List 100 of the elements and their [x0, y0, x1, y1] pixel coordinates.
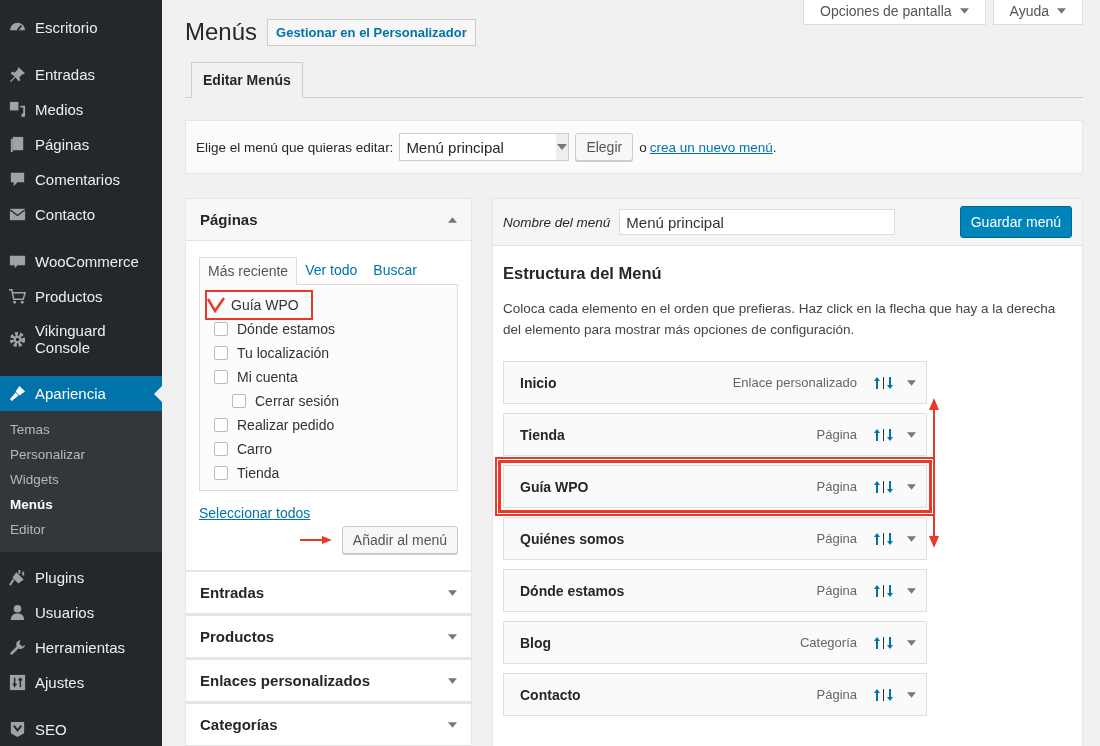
menu-item-title: Quiénes somos	[520, 530, 626, 547]
expand-caret-icon	[907, 691, 916, 698]
checkbox-label: Mi cuenta	[237, 369, 298, 385]
panel-tab[interactable]: Buscar	[365, 257, 425, 284]
menu-item-type: Página	[816, 583, 857, 598]
checkbox[interactable]	[232, 394, 246, 408]
expand-caret-icon	[907, 431, 916, 438]
picker-label: Elige el menú que quieras editar:	[196, 139, 394, 155]
checkbox-label: Realizar pedido	[237, 417, 335, 433]
expand-icon	[448, 633, 457, 640]
checkbox[interactable]	[207, 297, 225, 313]
sidebar-item[interactable]: Comentarios	[0, 162, 162, 197]
sidebar-item[interactable]: Plugins	[0, 560, 162, 595]
move-down-icon[interactable]	[887, 636, 893, 649]
media-icon	[8, 100, 27, 119]
move-up-icon[interactable]	[874, 376, 880, 389]
menu-name-field[interactable]: Menú principal	[619, 209, 896, 235]
nav-tab[interactable]: Editar Menús	[191, 62, 303, 98]
screen-tab[interactable]: Ayuda	[992, 0, 1083, 25]
sidebar-item[interactable]: Escritorio	[0, 10, 162, 45]
submenu-item[interactable]: Personalizar	[0, 442, 162, 467]
move-down-icon[interactable]	[887, 584, 893, 597]
caret-icon	[1057, 8, 1066, 14]
sidebar-item[interactable]: Apariencia	[0, 376, 162, 411]
checkbox[interactable]	[214, 346, 228, 360]
expand-caret-icon	[907, 483, 916, 490]
select-all-link[interactable]: Seleccionar todos	[199, 505, 311, 521]
move-down-icon[interactable]	[887, 376, 893, 389]
sidebar-item[interactable]: Ajustes	[0, 665, 162, 700]
checkbox[interactable]	[214, 322, 228, 336]
menu-item-bar[interactable]: Tienda Página	[503, 413, 927, 456]
submenu-item[interactable]: Menús	[0, 492, 162, 517]
screen-tab[interactable]: Opciones de pantalla	[803, 0, 986, 25]
checkbox[interactable]	[214, 466, 228, 480]
sidebar-item[interactable]: SEO	[0, 712, 162, 746]
pin-icon	[8, 65, 27, 84]
submenu-item[interactable]: Temas	[0, 417, 162, 442]
move-up-icon[interactable]	[874, 636, 880, 649]
choose-button[interactable]: Elegir	[575, 133, 634, 161]
menu-item-bar[interactable]: Contacto Página	[503, 673, 927, 716]
create-menu-link[interactable]: crea un nuevo menú	[649, 139, 773, 155]
menu-item-type: Página	[816, 687, 857, 702]
checkbox[interactable]	[214, 442, 228, 456]
badge-icon	[8, 720, 27, 739]
sidebar-item[interactable]: Páginas	[0, 127, 162, 162]
sidebar-item[interactable]: Usuarios	[0, 595, 162, 630]
submenu-item[interactable]: Editor	[0, 517, 162, 542]
menu-item-title: Contacto	[520, 686, 582, 703]
move-down-icon[interactable]	[887, 688, 893, 701]
sidebar-item[interactable]: Productos	[0, 279, 162, 314]
move-down-icon[interactable]	[887, 480, 893, 493]
menu-name-label: Nombre del menú	[503, 214, 611, 230]
sidebar-item[interactable]: Contacto	[0, 197, 162, 232]
brush-icon	[8, 384, 27, 403]
menu-item-type: Página	[816, 479, 857, 494]
menu-item-bar[interactable]: Blog Categoría	[503, 621, 927, 664]
sidebar-item[interactable]: Medios	[0, 92, 162, 127]
accordion-header[interactable]: Páginas	[186, 199, 471, 241]
sidebar-item[interactable]: Herramientas	[0, 630, 162, 665]
menu-item-bar[interactable]: Guía WPO Página	[503, 465, 927, 508]
save-menu-button[interactable]: Guardar menú	[959, 206, 1072, 238]
dropdown-caret-icon	[556, 134, 569, 160]
checkbox[interactable]	[214, 370, 228, 384]
checkbox-label: Cerrar sesión	[255, 393, 340, 409]
section-heading: Estructura del Menú	[503, 264, 663, 283]
menu-select[interactable]: Menú principal	[399, 133, 570, 161]
customizer-button[interactable]: Gestionar en el Personalizador	[267, 18, 476, 46]
sidebar-item[interactable]: Vikinguard Console	[0, 314, 162, 364]
checkbox-label: Guía WPO	[231, 297, 299, 313]
menu-item-bar[interactable]: Inicio Enlace personalizado	[503, 361, 927, 404]
expand-icon	[448, 721, 457, 728]
add-to-menu-button[interactable]: Añadir al menú	[341, 526, 458, 554]
checkbox[interactable]	[214, 418, 228, 432]
menu-item-bar[interactable]: Dónde estamos Página	[503, 569, 927, 612]
move-up-icon[interactable]	[874, 532, 880, 545]
checkbox-label: Tienda	[237, 465, 280, 481]
menu-item-type: Enlace personalizado	[732, 375, 857, 390]
sliders-icon	[8, 673, 27, 692]
move-up-icon[interactable]	[874, 584, 880, 597]
move-up-icon[interactable]	[874, 428, 880, 441]
panel-tab[interactable]: Más reciente	[199, 257, 298, 285]
panel-tab[interactable]: Ver todo	[297, 257, 366, 284]
expand-caret-icon	[907, 587, 916, 594]
move-up-icon[interactable]	[874, 480, 880, 493]
plug-icon	[8, 568, 27, 587]
cart-icon	[8, 287, 27, 306]
menu-item-bar[interactable]: Quiénes somos Página	[503, 517, 927, 560]
move-up-icon[interactable]	[874, 688, 880, 701]
move-down-icon[interactable]	[887, 428, 893, 441]
submenu-item[interactable]: Widgets	[0, 467, 162, 492]
move-down-icon[interactable]	[887, 532, 893, 545]
menu-item-type: Categoría	[799, 635, 857, 650]
menu-item-type: Página	[816, 427, 857, 442]
menu-item-title: Blog	[520, 634, 553, 651]
checkbox-label: Dónde estamos	[237, 321, 336, 337]
or-text: o	[639, 139, 647, 155]
person-icon	[8, 603, 27, 622]
instructions-text: Coloca cada elemento en el orden que prefieras. Haz click en la flecha que hay a la derecha del elemento para mostrar más opciones de configuración.	[503, 300, 1057, 339]
sidebar-item[interactable]: WooCommerce	[0, 244, 162, 279]
sidebar-item[interactable]: Entradas	[0, 57, 162, 92]
